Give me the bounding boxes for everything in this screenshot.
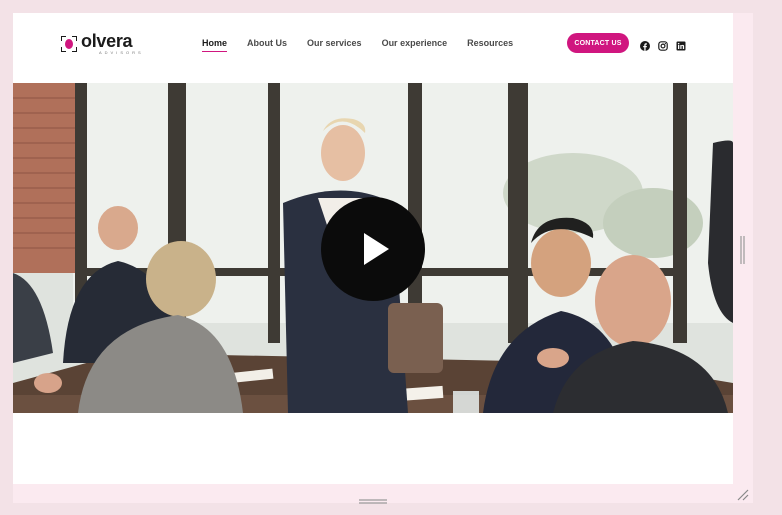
website-page: olvera ADVISORS Home About Us Our servic… [13, 13, 733, 484]
nav-item-home[interactable]: Home [202, 38, 228, 52]
facebook-icon[interactable] [640, 38, 650, 51]
play-button[interactable] [321, 197, 425, 301]
site-header: olvera ADVISORS Home About Us Our servic… [13, 13, 733, 83]
brand-name: olvera [81, 31, 133, 51]
main-nav: Home About Us Our services Our experienc… [202, 38, 533, 52]
logo-mark-icon [61, 36, 77, 52]
contact-us-button[interactable]: CONTACT US [567, 33, 629, 53]
nav-item-our-services[interactable]: Our services [307, 38, 362, 48]
resize-handle-right[interactable] [740, 236, 746, 264]
play-icon [364, 233, 389, 265]
brand-tagline: ADVISORS [99, 50, 144, 55]
nav-item-about-us[interactable]: About Us [247, 38, 287, 48]
nav-item-resources[interactable]: Resources [467, 38, 513, 48]
linkedin-icon[interactable] [676, 38, 686, 51]
social-links [640, 38, 686, 51]
resize-handle-bottom[interactable] [359, 492, 387, 504]
brand-logo[interactable]: olvera ADVISORS [61, 31, 144, 55]
resize-corner-icon[interactable] [736, 488, 750, 502]
instagram-icon[interactable] [658, 38, 668, 51]
hero-video[interactable] [13, 83, 733, 413]
nav-item-our-experience[interactable]: Our experience [382, 38, 448, 48]
